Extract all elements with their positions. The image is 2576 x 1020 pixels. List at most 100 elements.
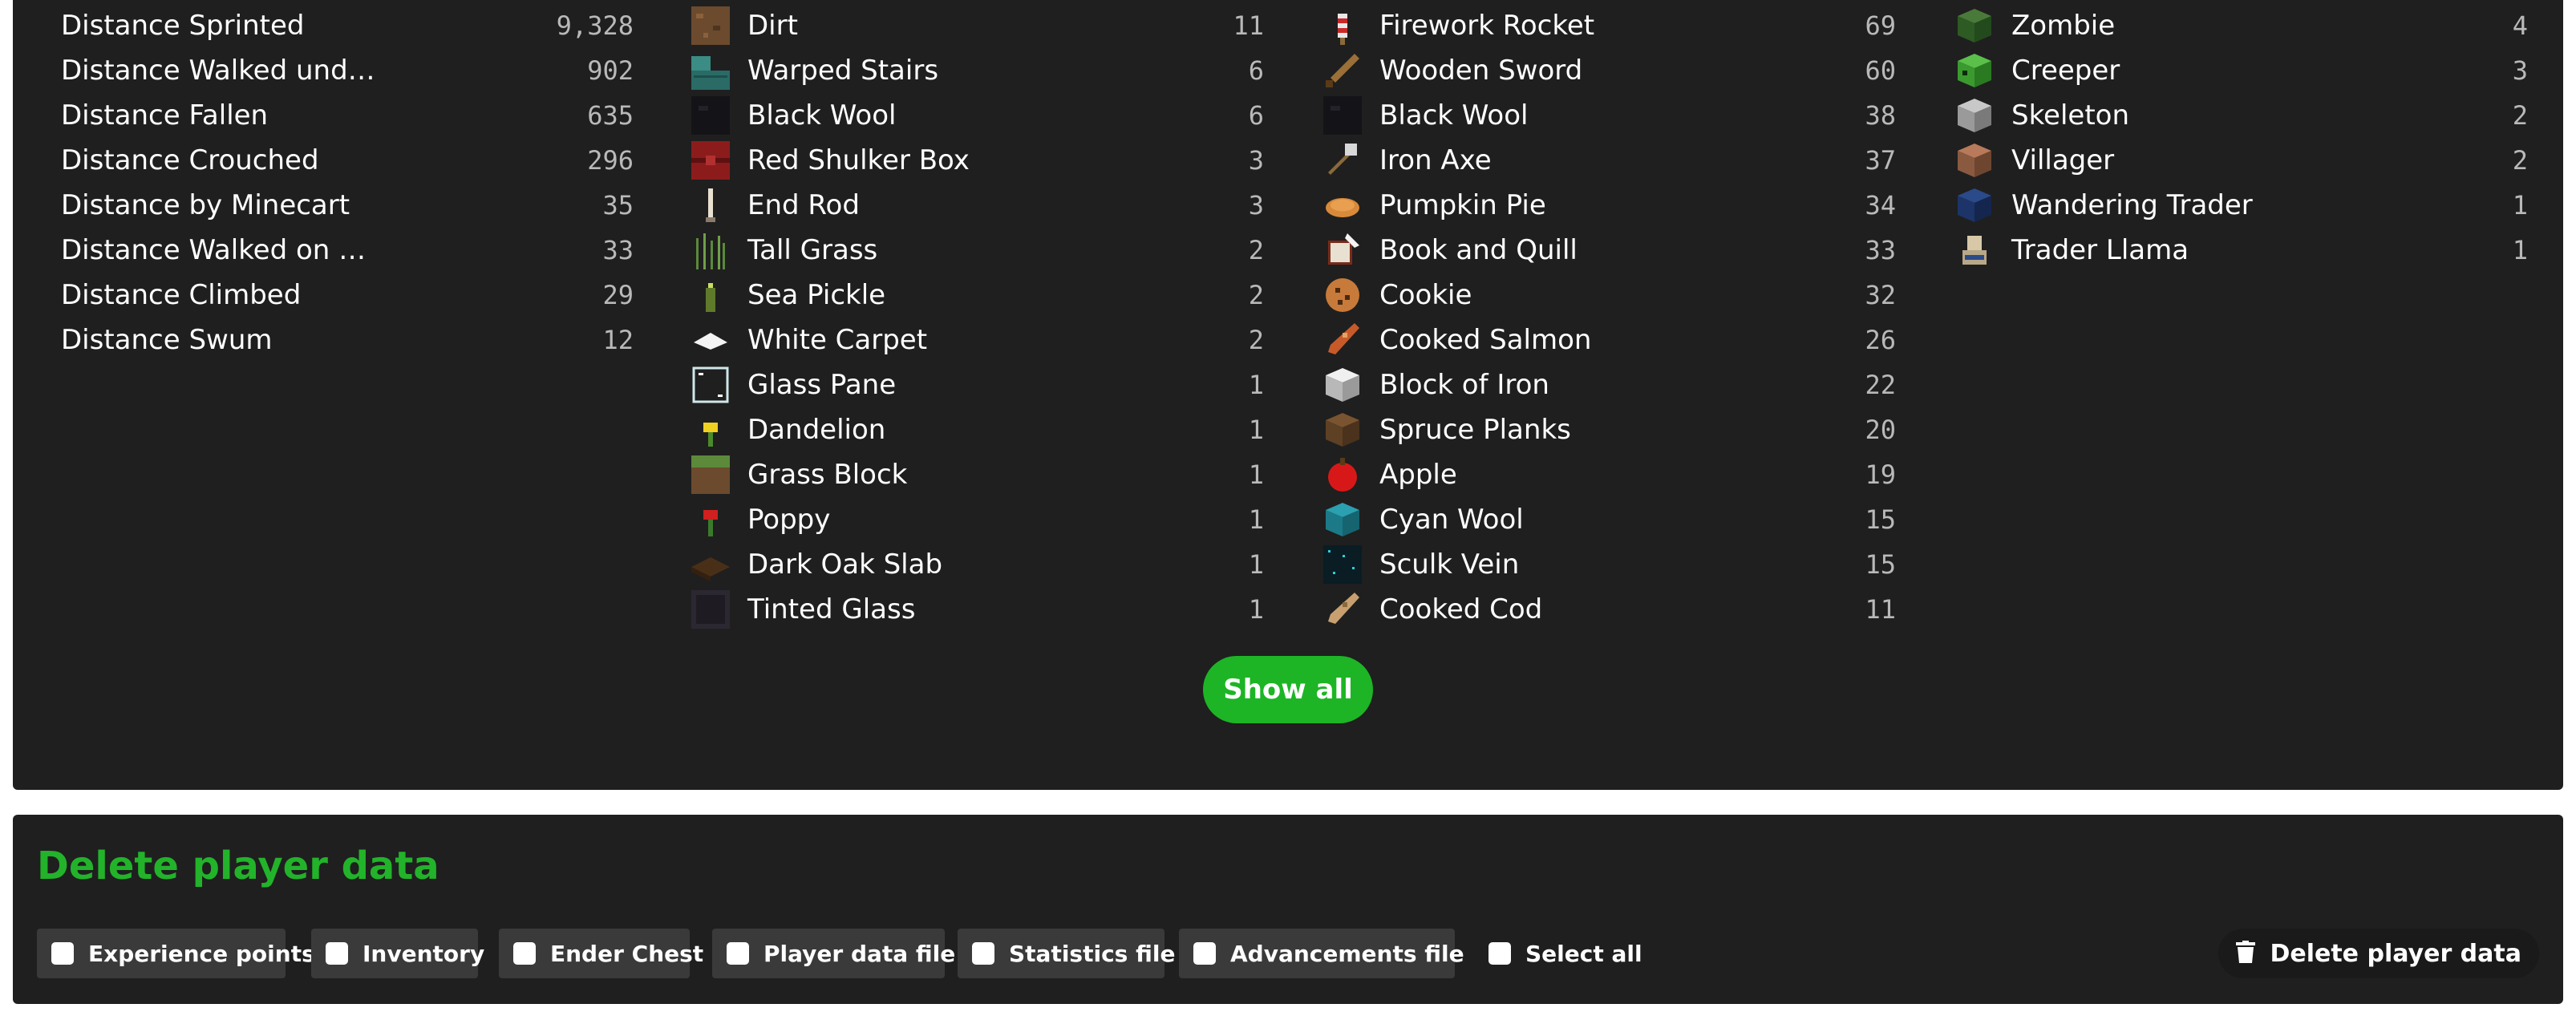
item-label: Black Wool bbox=[1379, 99, 1529, 132]
item-label: Dandelion bbox=[747, 414, 886, 446]
item-label: Apple bbox=[1379, 459, 1457, 491]
item-count: 3 bbox=[1248, 145, 1264, 176]
list-item: Warped Stairs 6 bbox=[691, 48, 1264, 93]
item-label: Dirt bbox=[747, 10, 798, 42]
item-label: Skeleton bbox=[2011, 99, 2130, 132]
item-count: 33 bbox=[1865, 235, 1896, 265]
warped-stairs-icon bbox=[691, 51, 730, 90]
list-item: Dirt 11 bbox=[691, 3, 1264, 48]
item-count: 1 bbox=[1248, 594, 1264, 625]
item-count: 2 bbox=[1248, 235, 1264, 265]
item-count: 1 bbox=[1248, 459, 1264, 490]
section-title: Delete player data bbox=[37, 844, 439, 888]
checkbox-box[interactable] bbox=[513, 942, 536, 965]
item-label: Wooden Sword bbox=[1379, 55, 1583, 87]
checkbox-label: Player data file bbox=[763, 940, 956, 967]
item-label: Book and Quill bbox=[1379, 234, 1578, 266]
glass-pane-icon bbox=[691, 366, 730, 404]
experience-points-checkbox[interactable]: Experience points bbox=[37, 929, 315, 978]
black-wool-icon bbox=[1323, 96, 1362, 135]
item-count: 6 bbox=[1248, 100, 1264, 131]
stat-value: 296 bbox=[587, 145, 634, 176]
item-label: Pumpkin Pie bbox=[1379, 189, 1546, 221]
stat-label: Distance Walked on … bbox=[61, 234, 367, 266]
item-count: 2 bbox=[1248, 325, 1264, 355]
stat-value: 635 bbox=[587, 100, 634, 131]
cooked-cod-icon bbox=[1323, 590, 1362, 629]
checkbox-label: Inventory bbox=[363, 940, 485, 967]
checkbox-box[interactable] bbox=[1488, 942, 1511, 965]
stat-row: Distance Fallen 635 bbox=[61, 93, 634, 138]
advancements-file-checkbox[interactable]: Advancements file bbox=[1179, 929, 1464, 978]
iron-block-icon bbox=[1323, 366, 1362, 404]
item-count: 15 bbox=[1865, 504, 1896, 535]
wooden-sword-icon bbox=[1323, 51, 1362, 90]
item-label: Grass Block bbox=[747, 459, 908, 491]
select-all-checkbox[interactable]: Select all bbox=[1474, 929, 1651, 978]
item-count: 2 bbox=[2512, 100, 2528, 131]
item-label: Black Wool bbox=[747, 99, 897, 132]
list-item: Iron Axe 37 bbox=[1323, 138, 1896, 183]
item-label: Cyan Wool bbox=[1379, 504, 1524, 536]
item-count: 3 bbox=[1248, 190, 1264, 221]
sculk-vein-icon bbox=[1323, 545, 1362, 584]
firework-rocket-icon bbox=[1323, 6, 1362, 45]
list-item: Tall Grass 2 bbox=[691, 228, 1264, 273]
list-item: Poppy 1 bbox=[691, 497, 1264, 542]
statistics-file-checkbox[interactable]: Statistics file bbox=[958, 929, 1175, 978]
player-data-file-checkbox[interactable]: Player data file bbox=[712, 929, 955, 978]
item-count: 19 bbox=[1865, 459, 1896, 490]
item-label: Zombie bbox=[2011, 10, 2116, 42]
show-all-button[interactable]: Show all bbox=[1203, 656, 1373, 723]
tinted-glass-icon bbox=[691, 590, 730, 629]
checkbox-box[interactable] bbox=[326, 942, 348, 965]
item-count: 4 bbox=[2512, 10, 2528, 41]
item-label: Creeper bbox=[2011, 55, 2120, 87]
item-label: Poppy bbox=[747, 504, 831, 536]
stat-row: Distance Climbed 29 bbox=[61, 273, 634, 318]
item-label: Iron Axe bbox=[1379, 144, 1492, 176]
spruce-planks-icon bbox=[1323, 411, 1362, 449]
trader-llama-icon bbox=[1955, 231, 1994, 269]
list-item: Wandering Trader 1 bbox=[1955, 183, 2528, 228]
item-count: 22 bbox=[1865, 370, 1896, 400]
stat-label: Distance Climbed bbox=[61, 279, 302, 311]
delete-player-data-panel: Delete player data Experience points Inv… bbox=[13, 815, 2563, 1004]
stat-label: Distance Fallen bbox=[61, 99, 269, 132]
cooked-salmon-icon bbox=[1323, 321, 1362, 359]
stat-value: 9,328 bbox=[556, 10, 634, 41]
checkbox-box[interactable] bbox=[727, 942, 749, 965]
stat-row: Distance Crouched 296 bbox=[61, 138, 634, 183]
list-item: Skeleton 2 bbox=[1955, 93, 2528, 138]
list-item: Creeper 3 bbox=[1955, 48, 2528, 93]
item-count: 1 bbox=[1248, 504, 1264, 535]
delete-button-label: Delete player data bbox=[2270, 939, 2521, 968]
list-item: Sea Pickle 2 bbox=[691, 273, 1264, 318]
stat-row: Distance Swum 12 bbox=[61, 318, 634, 362]
checkbox-box[interactable] bbox=[51, 942, 74, 965]
item-label: Cooked Cod bbox=[1379, 593, 1543, 625]
item-count: 1 bbox=[2512, 190, 2528, 221]
stat-label: Distance Sprinted bbox=[61, 10, 305, 42]
item-label: Cooked Salmon bbox=[1379, 324, 1592, 356]
stat-value: 33 bbox=[602, 235, 634, 265]
list-item: Spruce Planks 20 bbox=[1323, 407, 1896, 452]
checkbox-label: Advancements file bbox=[1230, 940, 1464, 967]
checkbox-box[interactable] bbox=[972, 942, 994, 965]
item-count: 1 bbox=[1248, 549, 1264, 580]
trash-icon bbox=[2236, 941, 2256, 966]
red-shulker-box-icon bbox=[691, 141, 730, 180]
ender-chest-checkbox[interactable]: Ender Chest bbox=[499, 929, 703, 978]
stat-label: Distance Swum bbox=[61, 324, 273, 356]
delete-player-data-button[interactable]: Delete player data bbox=[2218, 929, 2539, 978]
list-item: Glass Pane 1 bbox=[691, 362, 1264, 407]
list-item: Pumpkin Pie 34 bbox=[1323, 183, 1896, 228]
list-item: Cookie 32 bbox=[1323, 273, 1896, 318]
inventory-checkbox[interactable]: Inventory bbox=[311, 929, 484, 978]
item-label: Warped Stairs bbox=[747, 55, 939, 87]
checkbox-label: Ender Chest bbox=[550, 940, 704, 967]
stat-row: Distance Sprinted 9,328 bbox=[61, 3, 634, 48]
checkbox-box[interactable] bbox=[1193, 942, 1216, 965]
stat-label: Distance Walked und… bbox=[61, 55, 375, 87]
apple-icon bbox=[1323, 455, 1362, 494]
